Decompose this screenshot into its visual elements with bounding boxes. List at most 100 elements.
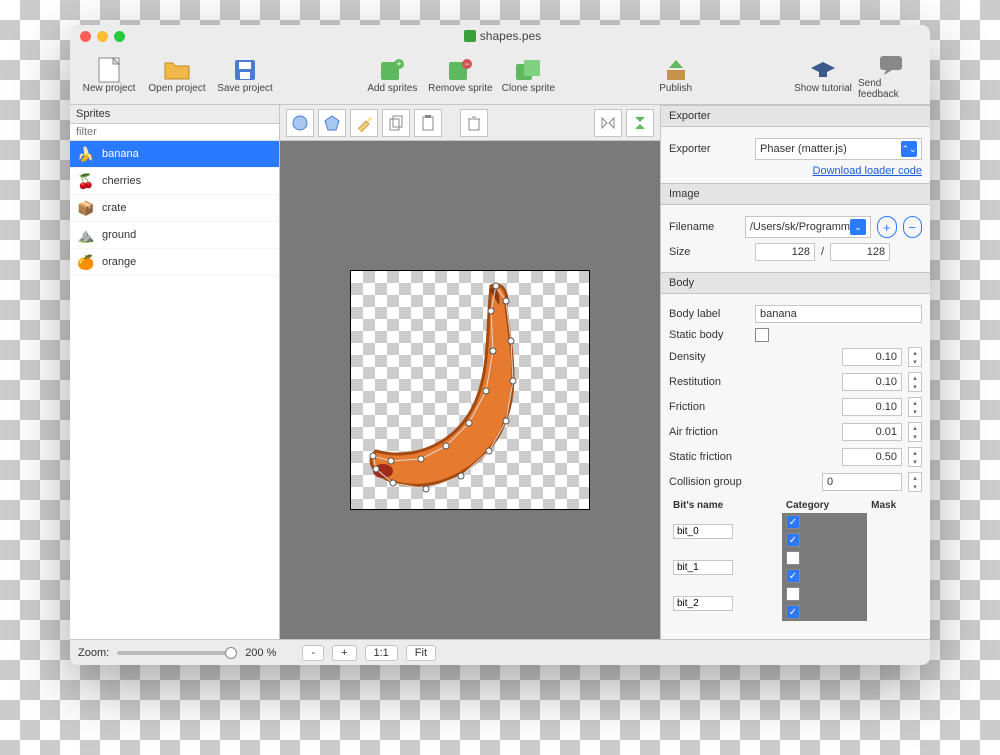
remove-image-button[interactable]: − — [903, 216, 922, 238]
bits-table: Bit's name Category Mask ✓✓✓✓ — [669, 498, 922, 621]
show-tutorial-button[interactable]: Show tutorial — [790, 50, 856, 102]
publish-icon — [661, 57, 691, 83]
collision-group-field[interactable]: 0 — [822, 473, 902, 491]
sprite-item-label: crate — [102, 202, 126, 214]
exporter-panel-header: Exporter — [661, 105, 930, 127]
density-stepper[interactable]: ▴▾ — [908, 347, 922, 367]
zoom-fit-button[interactable]: Fit — [406, 645, 436, 661]
image-panel-header: Image — [661, 183, 930, 205]
zoom-reset-button[interactable]: 1:1 — [365, 645, 398, 661]
mirror-v-button[interactable] — [626, 109, 654, 137]
shape-tracer-button[interactable] — [350, 109, 378, 137]
table-row: ✓ — [669, 549, 922, 585]
bits-name-header: Bit's name — [669, 498, 782, 513]
sprite-item-orange[interactable]: 🍊orange — [70, 249, 279, 276]
restitution-field[interactable]: 0.10 — [842, 373, 902, 391]
remove-sprite-button[interactable]: − Remove sprite — [427, 50, 493, 102]
static-body-label: Static body — [669, 329, 749, 341]
collision-group-stepper[interactable]: ▴▾ — [908, 472, 922, 492]
air-friction-field[interactable]: 0.01 — [842, 423, 902, 441]
body-panel-header: Body — [661, 272, 930, 294]
filename-select[interactable]: /Users/sk/Programm ⌄ — [745, 216, 871, 238]
statusbar: Zoom: 200 % - + 1:1 Fit — [70, 639, 930, 665]
window-minimize-button[interactable] — [97, 31, 108, 42]
bit-mask-checkbox[interactable]: ✓ — [786, 605, 800, 619]
file-icon — [94, 57, 124, 83]
polygon-tool-button[interactable] — [318, 109, 346, 137]
sprite-canvas[interactable] — [350, 270, 590, 510]
bit-name-field[interactable] — [673, 596, 733, 611]
open-project-button[interactable]: Open project — [144, 50, 210, 102]
main-toolbar: New project Open project Save project + … — [70, 47, 930, 105]
static-friction-label: Static friction — [669, 451, 749, 463]
friction-field[interactable]: 0.10 — [842, 398, 902, 416]
friction-stepper[interactable]: ▴▾ — [908, 397, 922, 417]
dropdown-arrow-icon: ⌄ — [850, 219, 866, 235]
send-feedback-button[interactable]: Send feedback — [858, 50, 924, 102]
bit-category-checkbox[interactable]: ✓ — [786, 515, 800, 529]
app-icon — [464, 30, 476, 42]
bit-name-field[interactable] — [673, 560, 733, 575]
sprite-item-ground[interactable]: ⛰️ground — [70, 222, 279, 249]
app-window: shapes.pes New project Open project Save… — [70, 25, 930, 665]
restitution-label: Restitution — [669, 376, 749, 388]
exporter-label: Exporter — [669, 143, 749, 155]
zoom-out-button[interactable]: - — [302, 645, 324, 661]
bit-mask-checkbox[interactable]: ✓ — [786, 569, 800, 583]
paste-button[interactable] — [414, 109, 442, 137]
bits-category-header: Category — [782, 498, 867, 513]
window-maximize-button[interactable] — [114, 31, 125, 42]
feedback-icon — [876, 52, 906, 78]
sprite-item-label: orange — [102, 256, 136, 268]
download-loader-link[interactable]: Download loader code — [813, 165, 922, 177]
canvas-toolbar — [280, 105, 660, 141]
save-project-button[interactable]: Save project — [212, 50, 278, 102]
static-body-checkbox[interactable] — [755, 328, 769, 342]
clone-icon — [513, 57, 543, 83]
delete-button[interactable] — [460, 109, 488, 137]
sprite-item-banana[interactable]: 🍌banana — [70, 141, 279, 168]
clone-sprite-button[interactable]: Clone sprite — [495, 50, 561, 102]
sprite-item-crate[interactable]: 📦 crate — [70, 195, 279, 222]
bit-mask-checkbox[interactable]: ✓ — [786, 533, 800, 547]
folder-icon — [162, 57, 192, 83]
zoom-in-button[interactable]: + — [332, 645, 356, 661]
add-image-button[interactable]: + — [877, 216, 896, 238]
circle-tool-button[interactable] — [286, 109, 314, 137]
air-friction-stepper[interactable]: ▴▾ — [908, 422, 922, 442]
body-label-label: Body label — [669, 308, 749, 320]
publish-button[interactable]: Publish — [643, 50, 709, 102]
crate-thumb-icon: 📦 — [76, 198, 96, 218]
vertex-handles[interactable] — [351, 271, 591, 511]
image-width-field[interactable]: 128 — [755, 243, 815, 261]
zoom-value: 200 % — [245, 647, 276, 659]
exporter-select[interactable]: Phaser (matter.js) ⌃⌄ — [755, 138, 922, 160]
bit-category-checkbox[interactable] — [786, 551, 800, 565]
image-height-field[interactable]: 128 — [830, 243, 890, 261]
cherries-thumb-icon: 🍒 — [76, 171, 96, 191]
size-label: Size — [669, 246, 749, 258]
svg-text:−: − — [465, 59, 470, 69]
friction-label: Friction — [669, 401, 749, 413]
canvas-area[interactable] — [280, 141, 660, 639]
sidebar-header: Sprites — [70, 105, 279, 124]
static-friction-stepper[interactable]: ▴▾ — [908, 447, 922, 467]
bit-category-checkbox[interactable] — [786, 587, 800, 601]
static-friction-field[interactable]: 0.50 — [842, 448, 902, 466]
zoom-slider[interactable] — [117, 651, 237, 655]
window-title: shapes.pes — [480, 29, 541, 43]
canvas-panel — [280, 105, 660, 639]
sprite-item-cherries[interactable]: 🍒cherries — [70, 168, 279, 195]
mirror-h-button[interactable] — [594, 109, 622, 137]
add-sprites-button[interactable]: + Add sprites — [359, 50, 425, 102]
remove-sprite-icon: − — [445, 57, 475, 83]
sprite-filter-input[interactable] — [70, 124, 279, 141]
copy-button[interactable] — [382, 109, 410, 137]
restitution-stepper[interactable]: ▴▾ — [908, 372, 922, 392]
bit-name-field[interactable] — [673, 524, 733, 539]
density-field[interactable]: 0.10 — [842, 348, 902, 366]
window-close-button[interactable] — [80, 31, 91, 42]
new-project-button[interactable]: New project — [76, 50, 142, 102]
sprites-sidebar: Sprites 🍌banana🍒cherries 📦 crate ⛰️ground🍊o… — [70, 105, 280, 639]
body-label-field[interactable]: banana — [755, 305, 922, 323]
